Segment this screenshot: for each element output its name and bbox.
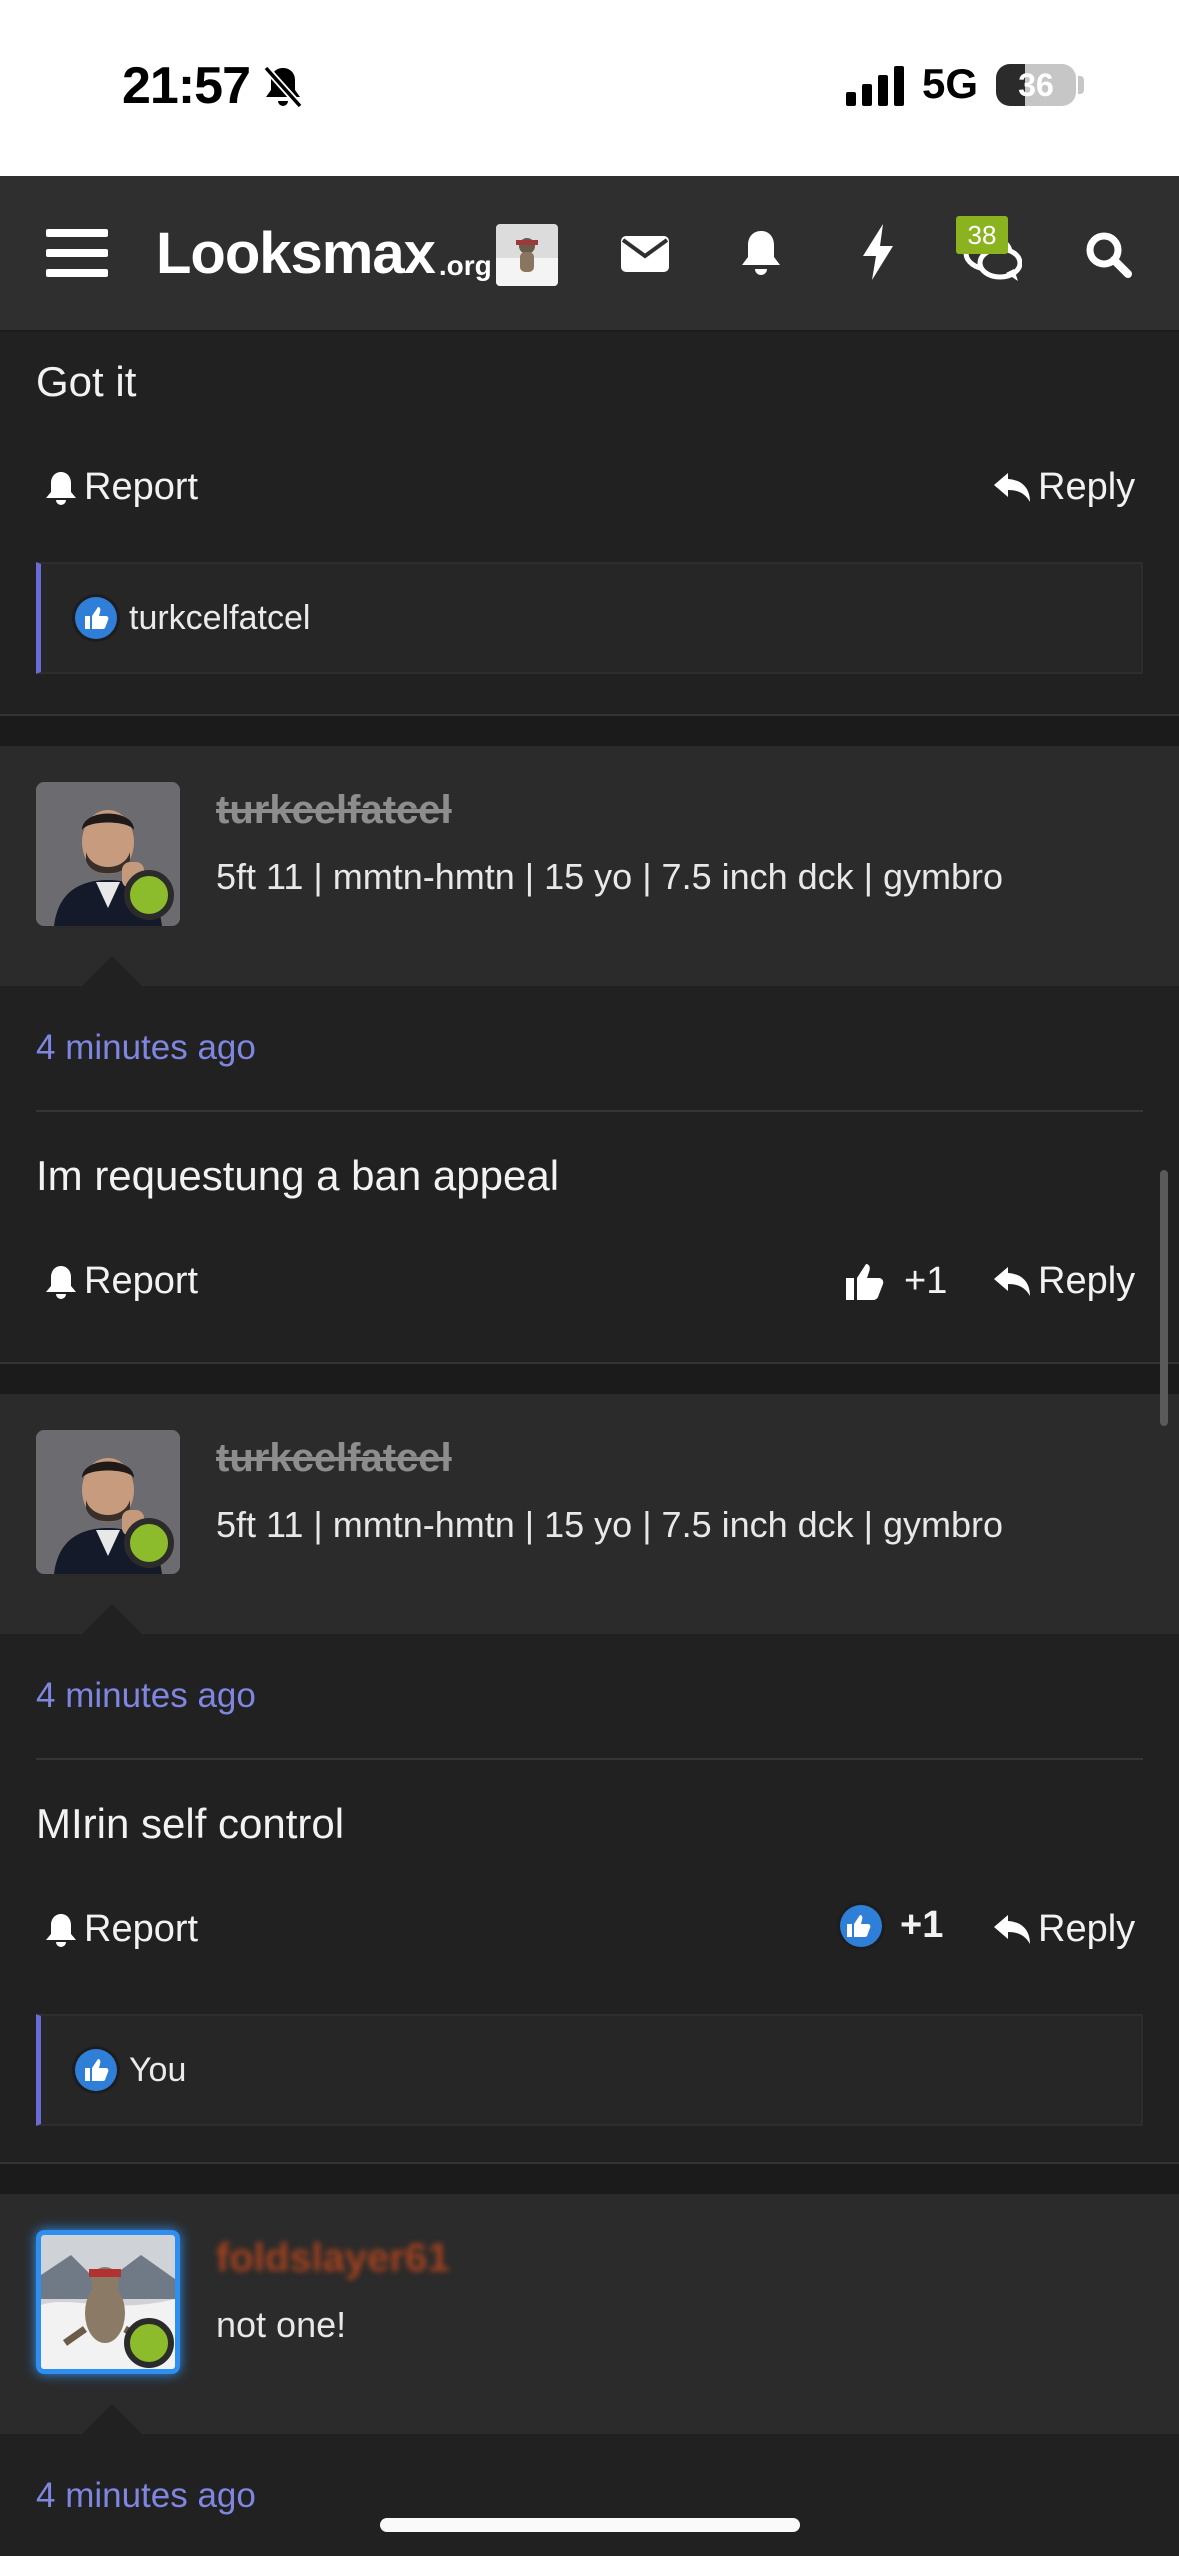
menu-icon[interactable] <box>46 224 108 282</box>
post-body: Im requestung a ban appeal <box>36 1152 560 1199</box>
post-gap <box>0 716 1179 746</box>
reaction-count: +1 <box>900 1904 944 1946</box>
user-title: 5ft 11 | mmtn-hmtn | 15 yo | 7.5 inch dc… <box>216 856 1004 897</box>
likes-summary[interactable]: turkcelfatcel <box>36 562 1143 674</box>
post-gap <box>0 1364 1179 1394</box>
divider <box>36 1758 1143 1760</box>
post-user-header: turkcelfatcel 5ft 11 | mmtn-hmtn | 15 yo… <box>0 1394 1179 1634</box>
cellular-signal-icon <box>846 66 904 106</box>
like-icon <box>75 597 117 639</box>
liked-by-text: turkcelfatcel <box>129 598 311 637</box>
report-button[interactable]: Report <box>44 1260 198 1303</box>
post-timestamp[interactable]: 4 minutes ago <box>36 1028 256 1068</box>
logo-suffix: .org <box>438 250 492 281</box>
reaction-count: +1 <box>904 1260 948 1302</box>
battery-tip <box>1078 76 1084 94</box>
online-indicator <box>124 2318 174 2368</box>
logo-text: Looksmax <box>156 221 436 286</box>
notification-badge: 38 <box>956 216 1008 254</box>
bell-icon <box>46 1265 76 1299</box>
home-indicator[interactable] <box>380 2518 800 2532</box>
post-user-header: foldslayer61 not one! <box>0 2194 1179 2434</box>
like-button[interactable]: +1 <box>844 1260 947 1303</box>
report-label: Report <box>84 466 199 508</box>
like-icon <box>75 2049 117 2091</box>
post-timestamp[interactable]: 4 minutes ago <box>36 1676 256 1716</box>
header-pointer <box>82 956 142 986</box>
report-label: Report <box>84 1908 199 1950</box>
like-button[interactable]: +1 <box>840 1904 943 1947</box>
reply-label: Reply <box>1038 1260 1136 1302</box>
like-icon <box>840 1904 882 1947</box>
report-button[interactable]: Report <box>44 1908 198 1951</box>
report-button[interactable]: Report <box>44 466 198 509</box>
top-navbar: Looksmax .org 38 <box>0 176 1179 332</box>
online-indicator <box>124 870 174 920</box>
thumbs-up-icon <box>846 1263 884 1300</box>
reply-button[interactable]: Reply <box>992 1260 1135 1303</box>
bell-icon[interactable] <box>736 224 786 282</box>
bell-off-icon <box>263 65 303 109</box>
online-indicator <box>124 1518 174 1568</box>
bell-icon <box>46 471 76 505</box>
report-label: Report <box>84 1260 199 1302</box>
status-time: 21:57 <box>122 57 251 115</box>
reply-icon <box>994 472 1030 502</box>
post-timestamp[interactable]: 4 minutes ago <box>36 2476 256 2516</box>
username[interactable]: turkcelfatcel <box>216 1436 452 1481</box>
divider <box>36 1110 1143 1112</box>
header-pointer <box>82 2404 142 2434</box>
username[interactable]: foldslayer61 <box>216 2236 449 2281</box>
network-type: 5G <box>922 60 979 107</box>
user-title: not one! <box>216 2304 347 2345</box>
battery-level: 36 <box>1018 67 1054 103</box>
header-pointer <box>82 1604 142 1634</box>
site-logo[interactable]: Looksmax .org <box>156 222 492 286</box>
username[interactable]: turkcelfatcel <box>216 788 452 833</box>
lightning-icon[interactable] <box>856 222 900 282</box>
reply-icon <box>994 1266 1030 1296</box>
post-user-header: turkcelfatcel 5ft 11 | mmtn-hmtn | 15 yo… <box>0 746 1179 986</box>
mail-icon[interactable] <box>620 226 670 282</box>
reply-label: Reply <box>1038 466 1136 508</box>
post-body: Got it <box>36 358 137 405</box>
status-bar: 21:57 5G 36 <box>0 0 1179 176</box>
liked-by-text: You <box>129 2050 187 2089</box>
bell-icon <box>46 1913 76 1947</box>
reply-label: Reply <box>1038 1908 1136 1950</box>
scrollbar[interactable] <box>1160 1170 1168 1426</box>
reply-button[interactable]: Reply <box>992 1908 1135 1951</box>
battery-icon: 36 <box>996 64 1076 106</box>
user-avatar[interactable] <box>496 224 558 286</box>
post-body: MIrin self control <box>36 1800 345 1847</box>
reply-button[interactable]: Reply <box>992 466 1135 509</box>
user-title: 5ft 11 | mmtn-hmtn | 15 yo | 7.5 inch dc… <box>216 1504 1004 1545</box>
reply-icon <box>994 1914 1030 1944</box>
likes-summary[interactable]: You <box>36 2014 1143 2126</box>
post-gap <box>0 2164 1179 2194</box>
search-icon[interactable] <box>1080 226 1136 282</box>
